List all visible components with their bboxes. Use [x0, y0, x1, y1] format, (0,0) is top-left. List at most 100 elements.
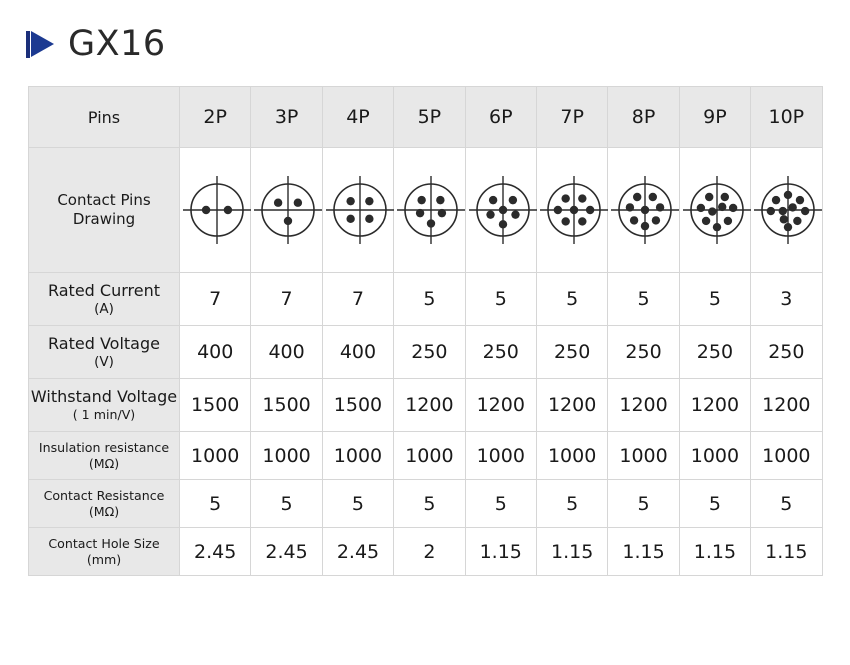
cell-insulation-resistance-10p: 1000	[750, 431, 823, 480]
cell-insulation-resistance-7p: 1000	[535, 431, 609, 480]
cell-insulation-resistance-5p: 1000	[393, 431, 466, 480]
row-label-unit: (MΩ)	[88, 455, 120, 471]
page-title: GX16	[26, 22, 166, 66]
cell-withstand-voltage-7p: 1200	[535, 378, 609, 432]
cell-withstand-voltage-10p: 1200	[750, 378, 823, 432]
cell-contact-hole-size-9p: 1.15	[678, 527, 752, 576]
cell-contact-hole-size-6p: 1.15	[464, 527, 537, 576]
row-label-text: Contact Hole Size	[48, 535, 160, 551]
spec-sheet-page: GX16 Pins 2P 3P 4P 5P 6P 7P 8P 9P 10P Contact Pins…	[0, 0, 850, 665]
cell-withstand-voltage-9p: 1200	[678, 378, 752, 432]
row-label-text: Rated Current	[47, 280, 161, 300]
pin-drawing-cell-10p	[750, 147, 823, 273]
cell-rated-voltage-7p: 250	[535, 325, 609, 379]
column-header-6p: 6P	[464, 86, 537, 148]
pin-drawing-10p	[754, 176, 823, 244]
specification-table: Pins 2P 3P 4P 5P 6P 7P 8P 9P 10P Contact Pins Drawi…	[28, 86, 823, 576]
cell-contact-hole-size-5p: 2	[393, 527, 466, 576]
pin-drawing-6p	[468, 176, 537, 244]
cell-contact-resistance-9p: 5	[678, 479, 752, 528]
pin-drawing-cell-5p	[393, 147, 466, 273]
row-label-line2: Drawing	[72, 210, 136, 228]
cell-rated-voltage-2p: 400	[178, 325, 252, 379]
cell-contact-hole-size-4p: 2.45	[321, 527, 395, 576]
cell-rated-voltage-6p: 250	[464, 325, 537, 379]
row-label-rated-current: Rated Current (A)	[28, 272, 180, 326]
row-label-contact-pins-drawing: Contact Pins Drawing	[28, 147, 180, 273]
pin-drawing-2p	[183, 176, 251, 244]
cell-rated-voltage-4p: 400	[321, 325, 395, 379]
column-header-9p: 9P	[678, 86, 752, 148]
cell-withstand-voltage-3p: 1500	[250, 378, 323, 432]
pin-drawing-cell-2p	[178, 147, 252, 273]
pin-drawing-5p	[397, 176, 466, 244]
cell-rated-current-2p: 7	[178, 272, 252, 326]
cell-insulation-resistance-2p: 1000	[178, 431, 252, 480]
cell-rated-voltage-3p: 400	[250, 325, 323, 379]
table-row: Contact Hole Size (mm) 2.45 2.45 2.45 2 1.15 1.…	[28, 527, 823, 576]
pin-drawing-cell-4p	[321, 147, 395, 273]
column-header-4p: 4P	[321, 86, 395, 148]
contact-pins-drawing-row: Contact Pins Drawing	[28, 147, 823, 273]
cell-rated-current-7p: 5	[535, 272, 609, 326]
pin-drawing-cell-6p	[464, 147, 537, 273]
pin-drawing-3p	[254, 176, 323, 244]
column-header-3p: 3P	[250, 86, 323, 148]
row-label-unit: (A)	[94, 300, 114, 317]
cell-insulation-resistance-8p: 1000	[607, 431, 680, 480]
cell-contact-resistance-5p: 5	[393, 479, 466, 528]
row-label-withstand-voltage: Withstand Voltage( 1 min/V)	[28, 378, 180, 432]
table-header-row: Pins 2P 3P 4P 5P 6P 7P 8P 9P 10P	[28, 86, 823, 148]
cell-contact-resistance-3p: 5	[250, 479, 323, 528]
pin-drawing-cell-3p	[250, 147, 323, 273]
cell-contact-hole-size-3p: 2.45	[250, 527, 323, 576]
row-label-rated-voltage: Rated Voltage (V)	[28, 325, 180, 379]
pin-drawing-cell-9p	[678, 147, 752, 273]
cell-contact-resistance-4p: 5	[321, 479, 395, 528]
pin-drawing-8p	[611, 176, 680, 244]
row-label-text: Contact Resistance	[43, 487, 165, 503]
cell-contact-hole-size-8p: 1.15	[607, 527, 680, 576]
table-row: Rated Current (A) 7 7 7 5 5 5 5 5 3	[28, 272, 823, 326]
cell-rated-voltage-5p: 250	[393, 325, 466, 379]
cell-contact-hole-size-10p: 1.15	[750, 527, 823, 576]
column-header-2p: 2P	[178, 86, 252, 148]
column-header-5p: 5P	[393, 86, 466, 148]
cell-withstand-voltage-8p: 1200	[607, 378, 680, 432]
pin-drawing-9p	[682, 176, 751, 244]
table-row: Rated Voltage (V) 400 400 400 250 250 250 250 250…	[28, 325, 823, 379]
cell-rated-current-10p: 3	[750, 272, 823, 326]
column-header-7p: 7P	[535, 86, 609, 148]
table-row: Withstand Voltage( 1 min/V) 1500 1500 1500 1…	[28, 378, 823, 432]
row-label-unit: (V)	[94, 353, 114, 370]
page-title-text: GX16	[68, 23, 166, 64]
cell-contact-resistance-7p: 5	[535, 479, 609, 528]
row-label-insulation-resistance: Insulation resistance (MΩ)	[28, 431, 180, 480]
cell-contact-hole-size-7p: 1.15	[535, 527, 609, 576]
table-row: Insulation resistance (MΩ) 1000 1000 1000 100…	[28, 431, 823, 480]
row-label-text: Insulation resistance	[38, 439, 170, 455]
cell-withstand-voltage-5p: 1200	[393, 378, 466, 432]
cell-contact-resistance-8p: 5	[607, 479, 680, 528]
cell-contact-hole-size-2p: 2.45	[178, 527, 252, 576]
column-header-8p: 8P	[607, 86, 680, 148]
row-label-unit: (MΩ)	[88, 503, 120, 519]
cell-insulation-resistance-3p: 1000	[250, 431, 323, 480]
row-label-unit: (mm)	[86, 551, 122, 567]
cell-rated-current-3p: 7	[250, 272, 323, 326]
cell-withstand-voltage-4p: 1500	[321, 378, 395, 432]
cell-rated-current-6p: 5	[464, 272, 537, 326]
row-label-text: Withstand Voltage	[30, 387, 178, 407]
cell-withstand-voltage-2p: 1500	[178, 378, 252, 432]
cell-rated-current-5p: 5	[393, 272, 466, 326]
header-corner-label: Pins	[28, 86, 180, 148]
play-triangle-icon	[26, 30, 54, 58]
cell-rated-voltage-9p: 250	[678, 325, 752, 379]
row-label-line1: Contact Pins	[57, 191, 151, 210]
cell-insulation-resistance-4p: 1000	[321, 431, 395, 480]
cell-rated-voltage-10p: 250	[750, 325, 823, 379]
cell-rated-current-4p: 7	[321, 272, 395, 326]
pin-drawing-cell-7p	[535, 147, 609, 273]
cell-insulation-resistance-6p: 1000	[464, 431, 537, 480]
cell-rated-current-8p: 5	[607, 272, 680, 326]
